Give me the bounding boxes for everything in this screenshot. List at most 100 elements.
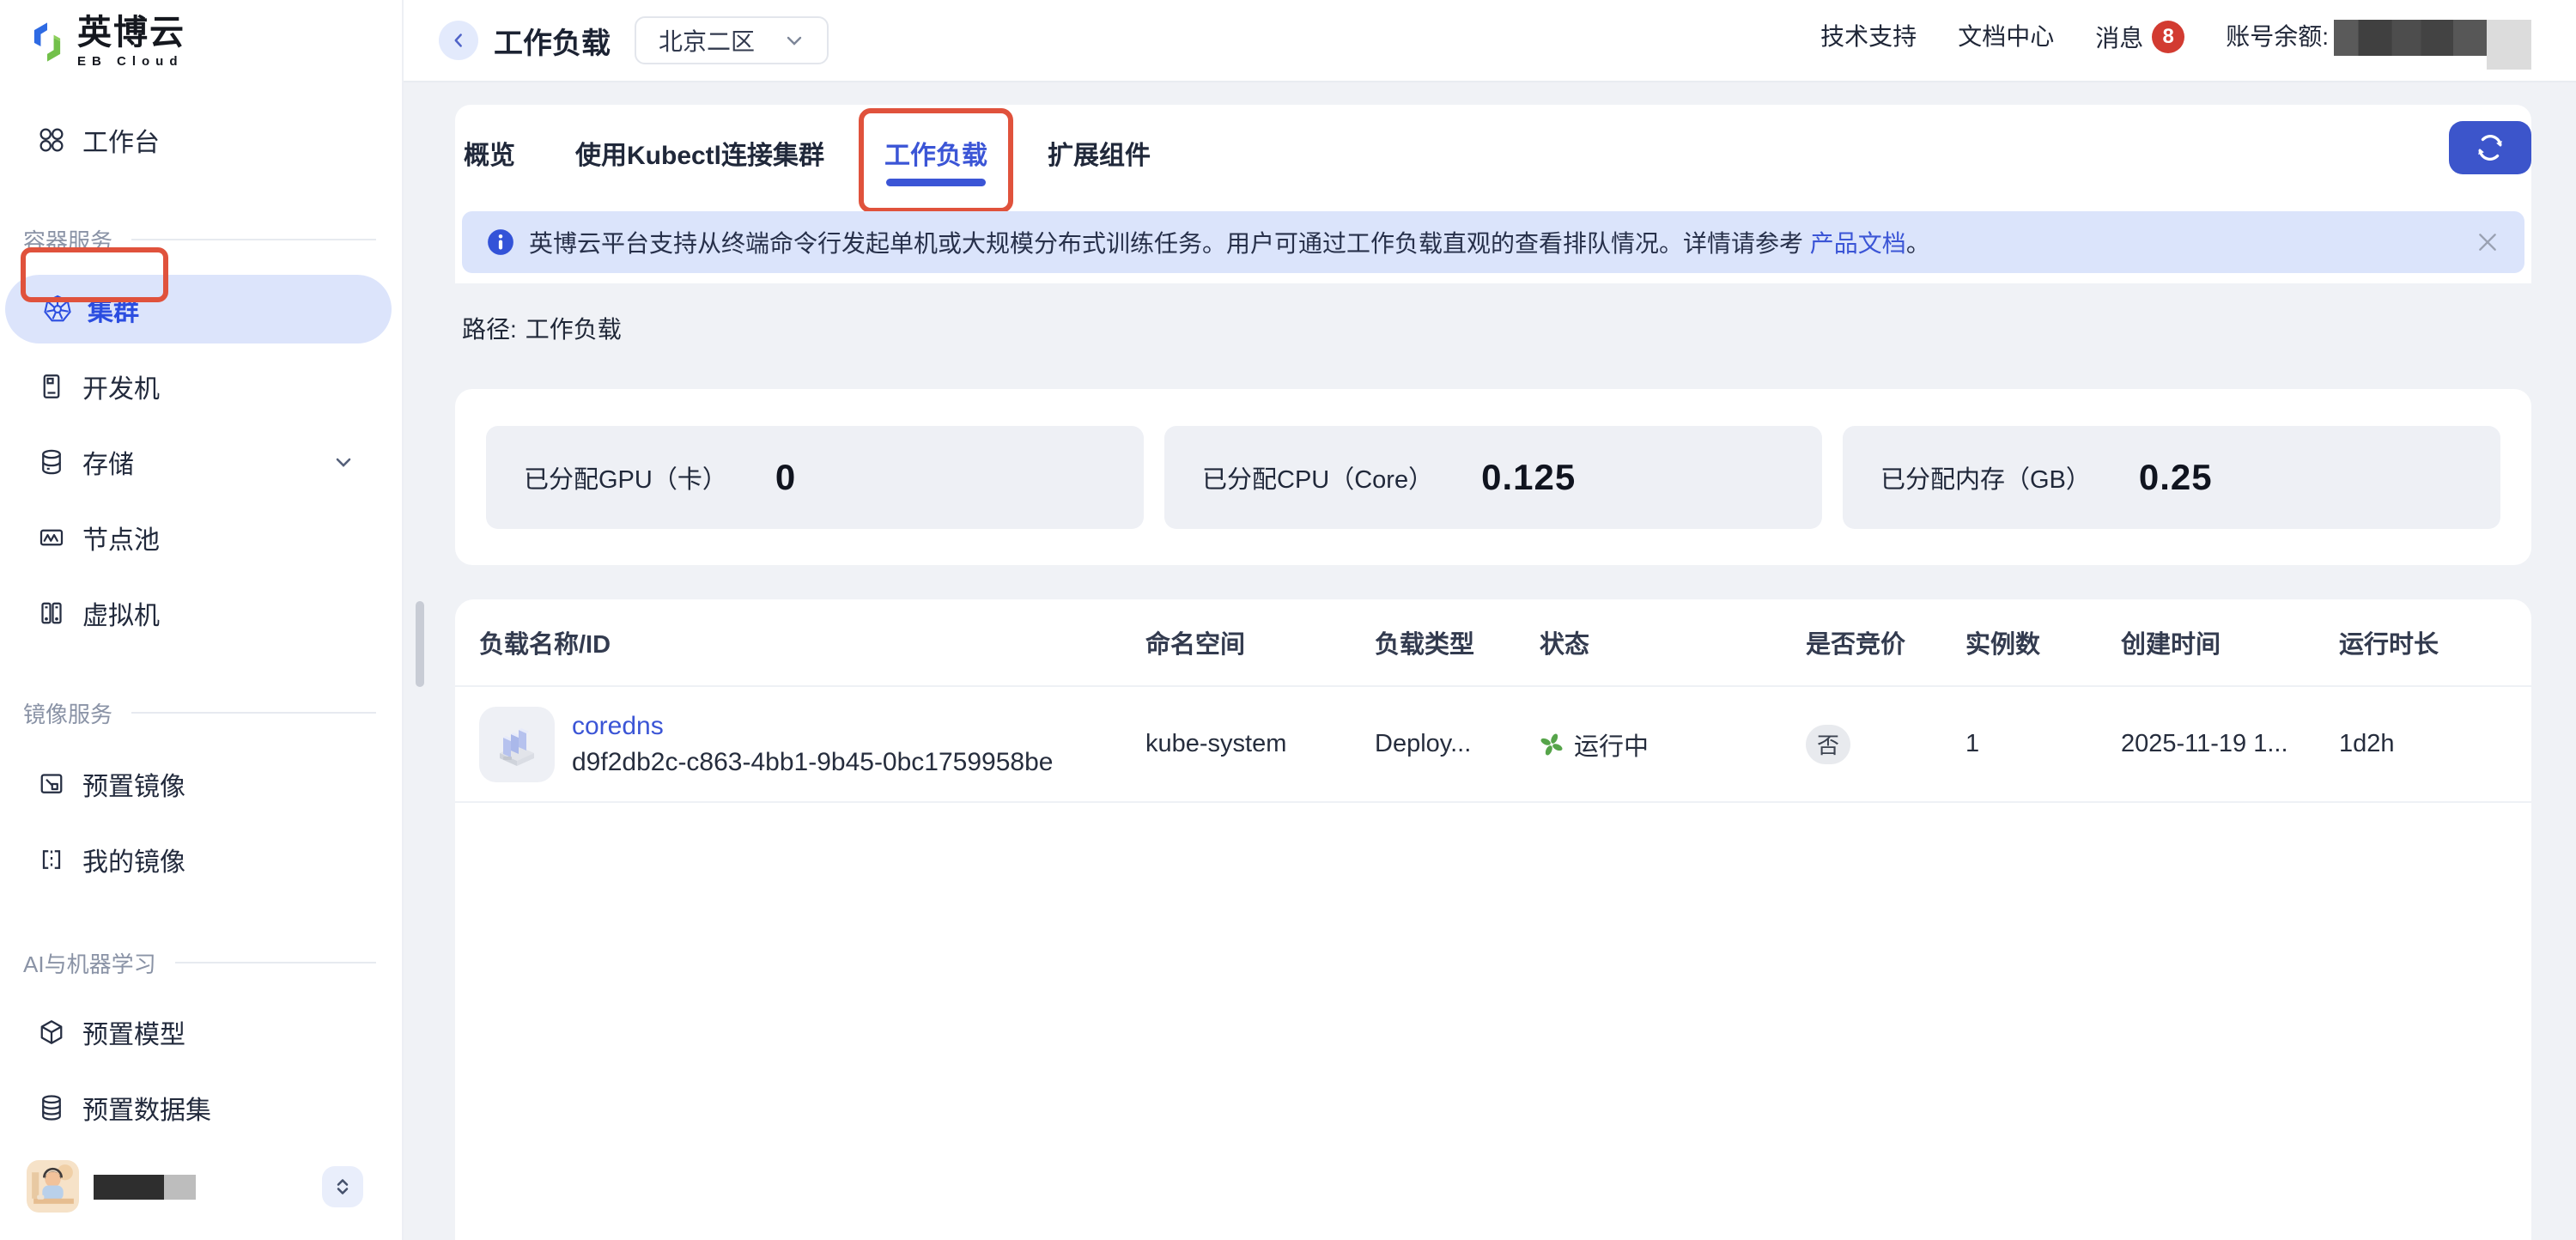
col-type: 负载类型 xyxy=(1375,624,1540,660)
workload-name-link[interactable]: coredns xyxy=(572,712,1053,741)
redaction-block xyxy=(2334,20,2487,56)
sidebar-section-ai-ml: AI与机器学习 xyxy=(23,948,376,977)
stat-memory: 已分配内存（GB） 0.25 xyxy=(1843,426,2500,529)
back-button[interactable] xyxy=(439,21,478,60)
messages-badge: 8 xyxy=(2152,21,2184,53)
workload-id: d9f2db2c-c863-4bb1-9b45-0bc1759958be xyxy=(572,748,1053,777)
stat-value: 0.25 xyxy=(2139,457,2213,498)
banner-text: 英博云平台支持从终端命令行发起单机或大规模分布式训练任务。用户可通过工作负载直观… xyxy=(529,225,1930,259)
messages-link[interactable]: 消息 8 xyxy=(2095,12,2184,62)
brand-subtitle: EB Cloud xyxy=(77,54,185,69)
main-content: 概览 使用Kubectl连接集群 工作负载 扩展组件 xyxy=(404,82,2576,1240)
brand-name: 英博云 xyxy=(77,15,185,50)
tab-kubectl[interactable]: 使用Kubectl连接集群 xyxy=(575,129,824,177)
topbar: 工作负载 北京二区 技术支持 文档中心 消息 8 账号余额: xyxy=(404,0,2576,82)
stat-label: 已分配GPU（卡） xyxy=(524,459,727,495)
tab-label: 概览 xyxy=(464,142,515,170)
sidebar-item-dev-machine[interactable]: 开发机 xyxy=(0,362,404,411)
sidebar-item-label: 集群 xyxy=(88,290,139,328)
stat-label: 已分配CPU（Core） xyxy=(1202,459,1433,495)
sidebar-item-node-pool[interactable]: 节点池 xyxy=(0,513,404,562)
refresh-icon xyxy=(2473,131,2507,165)
section-title: 容器服务 xyxy=(23,224,112,256)
tech-support-link[interactable]: 技术支持 xyxy=(1820,12,1917,62)
chevron-down-icon xyxy=(784,30,805,51)
sidebar-item-vm[interactable]: 虚拟机 xyxy=(0,588,404,638)
refresh-button[interactable] xyxy=(2449,121,2531,174)
stat-cpu: 已分配CPU（Core） 0.125 xyxy=(1164,426,1822,529)
section-title: AI与机器学习 xyxy=(23,947,156,979)
tab-label: 工作负载 xyxy=(884,142,987,170)
sidebar-item-label: 虚拟机 xyxy=(82,594,160,632)
tab-overview[interactable]: 概览 xyxy=(464,129,515,177)
sidebar-item-preset-images[interactable]: 预置镜像 xyxy=(0,759,404,809)
page-title: 工作负载 xyxy=(494,20,611,62)
section-divider xyxy=(175,962,376,963)
breadcrumb: 路径:工作负载 xyxy=(462,311,622,345)
brand-logo: 英博云 EB Cloud xyxy=(29,15,185,69)
cell-spot: 否 xyxy=(1806,725,1965,764)
cell-namespace: kube-system xyxy=(1145,730,1375,758)
stat-value: 0.125 xyxy=(1481,457,1576,498)
kubernetes-icon xyxy=(41,293,74,325)
stat-value: 0 xyxy=(775,457,796,498)
status-text: 运行中 xyxy=(1574,726,1649,763)
avatar[interactable] xyxy=(27,1160,79,1213)
sidebar-item-preset-datasets[interactable]: 预置数据集 xyxy=(0,1083,404,1133)
account-balance: 账号余额: xyxy=(2226,12,2531,70)
doc-center-link[interactable]: 文档中心 xyxy=(1958,12,2054,62)
node-pool-icon xyxy=(36,522,67,553)
sidebar: 英博云 EB Cloud 工作台 容器服务 xyxy=(0,0,404,1240)
close-icon[interactable] xyxy=(2476,231,2499,253)
balance-redacted xyxy=(2334,20,2531,70)
sidebar-item-my-images[interactable]: 我的镜像 xyxy=(0,835,404,884)
sidebar-item-storage[interactable]: 存储 xyxy=(0,437,404,487)
section-title: 镜像服务 xyxy=(23,697,112,729)
user-row xyxy=(0,1158,404,1223)
sidebar-item-workbench[interactable]: 工作台 xyxy=(0,115,404,165)
topbar-right: 技术支持 文档中心 消息 8 账号余额: xyxy=(1779,12,2576,70)
sidebar-item-label: 开发机 xyxy=(82,368,160,405)
tab-bar: 概览 使用Kubectl连接集群 工作负载 扩展组件 xyxy=(455,105,2531,177)
col-spot: 是否竞价 xyxy=(1806,624,1965,660)
tab-workloads[interactable]: 工作负载 xyxy=(884,129,987,177)
sidebar-item-label: 预置模型 xyxy=(82,1013,185,1051)
region-dropdown[interactable]: 北京二区 xyxy=(635,16,829,64)
sidebar-item-cluster[interactable]: 集群 xyxy=(5,275,392,343)
col-status: 状态 xyxy=(1540,624,1806,660)
app-root: 英博云 EB Cloud 工作台 容器服务 xyxy=(0,0,2576,1240)
tab-extensions[interactable]: 扩展组件 xyxy=(1048,129,1151,177)
brand-logo-icon xyxy=(29,19,65,65)
redaction-block xyxy=(2487,20,2531,70)
section-divider xyxy=(131,712,376,714)
path-value: 工作负载 xyxy=(526,316,622,343)
table-row[interactable]: coredns d9f2db2c-c863-4bb1-9b45-0bc17599… xyxy=(455,687,2531,803)
section-divider xyxy=(131,239,376,240)
workload-table: 负载名称/ID 命名空间 负载类型 状态 是否竞价 实例数 创建时间 运行时长 xyxy=(455,599,2531,1240)
product-doc-link[interactable]: 产品文档 xyxy=(1810,230,1906,257)
spot-badge: 否 xyxy=(1806,725,1850,764)
col-created: 创建时间 xyxy=(2121,624,2339,660)
col-duration: 运行时长 xyxy=(2339,624,2531,660)
chevron-down-icon[interactable] xyxy=(333,452,354,472)
vm-icon xyxy=(36,598,67,629)
sidebar-item-label: 预置数据集 xyxy=(82,1089,211,1127)
tab-label: 扩展组件 xyxy=(1048,142,1151,170)
account-switcher-button[interactable] xyxy=(322,1166,363,1207)
running-status-icon xyxy=(1540,732,1564,757)
chevron-up-down-icon xyxy=(330,1174,355,1200)
stat-label: 已分配内存（GB） xyxy=(1880,459,2091,495)
cell-duration: 1d2h xyxy=(2339,730,2531,758)
user-name-redacted xyxy=(94,1175,196,1200)
sidebar-item-label: 工作台 xyxy=(82,121,160,159)
table-header: 负载名称/ID 命名空间 负载类型 状态 是否竞价 实例数 创建时间 运行时长 xyxy=(455,599,2531,687)
col-name: 负载名称/ID xyxy=(479,624,1145,660)
tabs-band: 概览 使用Kubectl连接集群 工作负载 扩展组件 xyxy=(455,105,2531,283)
my-image-icon xyxy=(36,844,67,875)
sidebar-item-preset-models[interactable]: 预置模型 xyxy=(0,1007,404,1057)
scrollbar-thumb[interactable] xyxy=(416,601,424,687)
sidebar-item-label: 节点池 xyxy=(82,519,160,556)
sidebar-item-label: 存储 xyxy=(82,443,134,481)
messages-label: 消息 xyxy=(2095,20,2143,54)
chevron-left-icon xyxy=(447,29,470,52)
